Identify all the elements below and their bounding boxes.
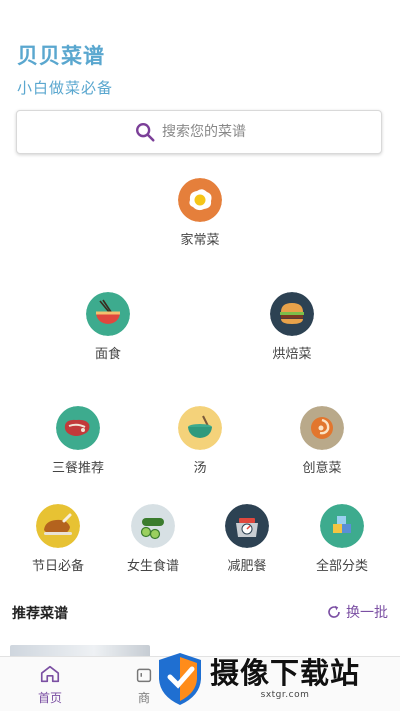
category-soup[interactable]: 汤 <box>152 406 248 476</box>
nav-label: 商 <box>137 691 150 705</box>
category-label: 女生食谱 <box>126 559 179 574</box>
search-box[interactable] <box>16 110 382 154</box>
category-women-recipes[interactable]: 女生食谱 <box>105 504 201 574</box>
category-baking[interactable]: 烘焙菜 <box>244 292 340 362</box>
shield-logo-icon <box>159 652 201 705</box>
nav-home[interactable]: 首页 <box>20 663 80 706</box>
cucumber-icon <box>131 504 175 548</box>
shop-icon <box>136 668 152 683</box>
category-label: 面食 <box>94 347 121 362</box>
refresh-icon <box>328 605 340 618</box>
nav-label: 首页 <box>37 691 62 705</box>
watermark-text: 摄像下载站 <box>210 656 361 690</box>
category-label: 三餐推荐 <box>51 461 104 476</box>
roast-chicken-icon <box>36 504 80 548</box>
category-diet[interactable]: 减肥餐 <box>199 504 295 574</box>
category-home-cooking[interactable]: 家常菜 <box>152 178 248 248</box>
refresh-button[interactable]: 换一批 <box>326 602 388 622</box>
watermark-url: sxtgr.com <box>260 690 310 700</box>
app-subtitle: 小白做菜必备 <box>17 79 114 97</box>
category-label: 汤 <box>193 461 207 476</box>
creative-dish-icon <box>300 406 344 450</box>
app-title: 贝贝菜谱 <box>17 44 105 68</box>
category-label: 创意菜 <box>302 461 342 476</box>
category-label: 全部分类 <box>315 559 368 574</box>
scale-icon <box>225 504 269 548</box>
burger-icon <box>270 292 314 336</box>
category-label: 家常菜 <box>180 233 220 248</box>
category-all[interactable]: 全部分类 <box>294 504 390 574</box>
category-label: 烘焙菜 <box>272 347 312 362</box>
search-icon <box>136 123 155 142</box>
noodle-bowl-icon <box>86 292 130 336</box>
category-label: 减肥餐 <box>227 559 267 574</box>
category-meal-recommend[interactable]: 三餐推荐 <box>30 406 126 476</box>
category-creative[interactable]: 创意菜 <box>274 406 370 476</box>
steak-icon <box>56 406 100 450</box>
recommend-section-title: 推荐菜谱 <box>12 606 68 622</box>
fried-egg-icon <box>178 178 222 222</box>
search-input[interactable] <box>160 123 264 141</box>
category-label: 节日必备 <box>31 559 84 574</box>
watermark: 摄像下载站 sxtgr.com <box>156 647 400 710</box>
blocks-icon <box>320 504 364 548</box>
refresh-label: 换一批 <box>346 605 388 621</box>
soup-bowl-icon <box>178 406 222 450</box>
home-icon <box>40 665 60 683</box>
category-noodles[interactable]: 面食 <box>60 292 156 362</box>
category-festival[interactable]: 节日必备 <box>10 504 106 574</box>
